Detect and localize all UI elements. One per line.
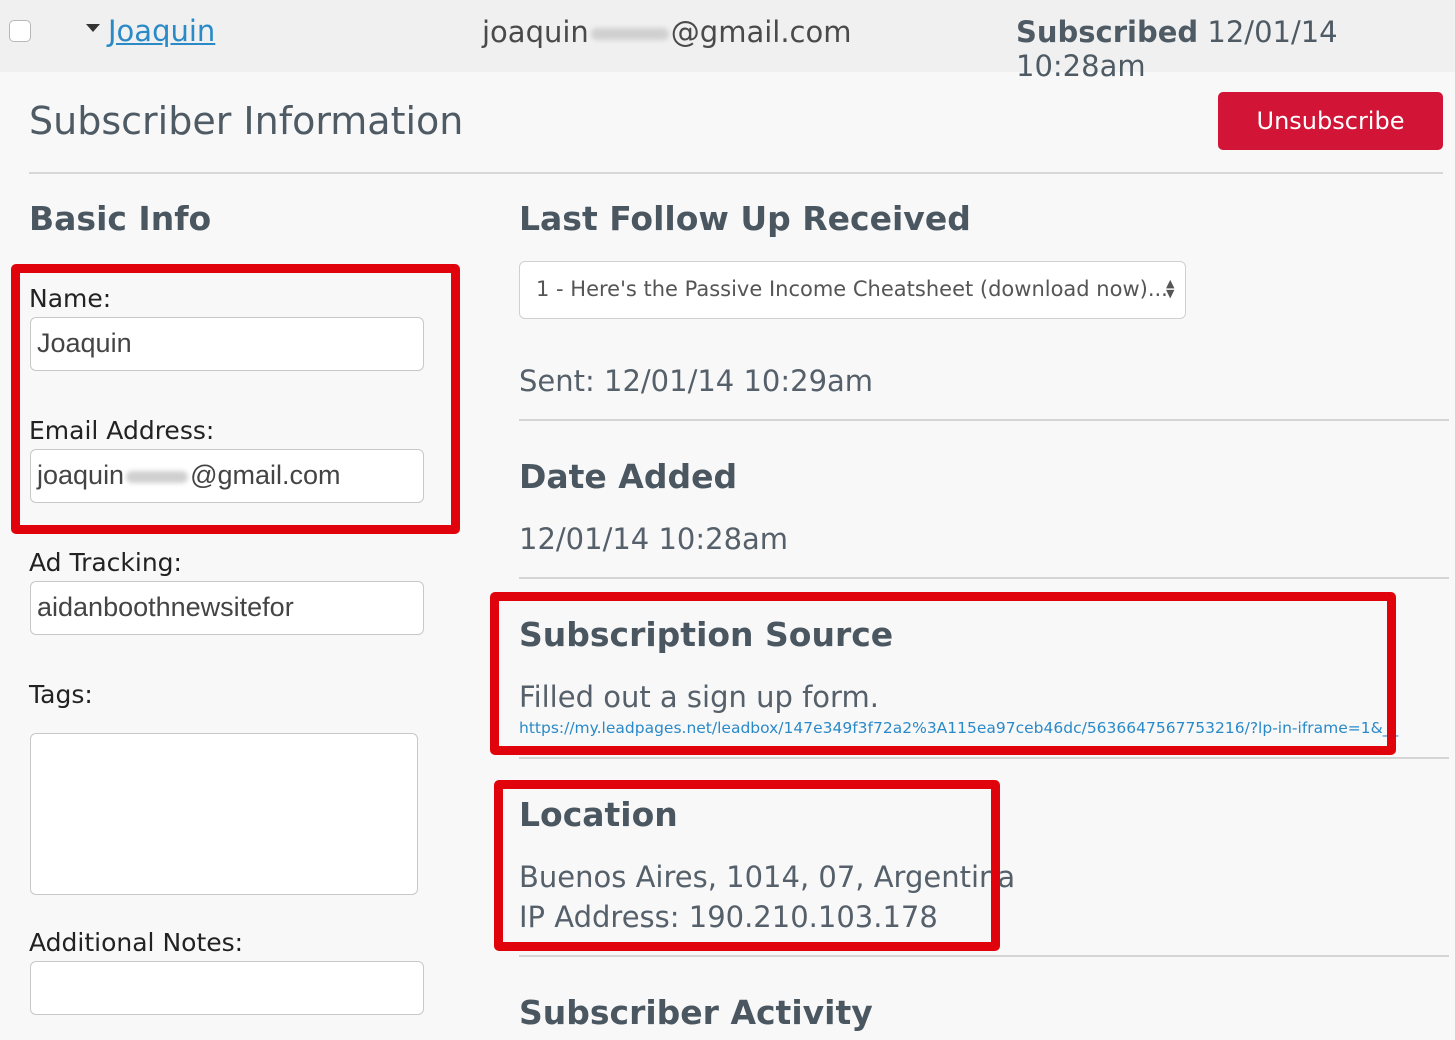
last-follow-up-heading: Last Follow Up Received xyxy=(519,199,971,238)
email-suffix: @gmail.com xyxy=(670,15,852,49)
tags-textarea[interactable] xyxy=(30,733,418,895)
notes-input[interactable] xyxy=(30,961,424,1015)
section-divider xyxy=(519,419,1449,421)
ad-tracking-label: Ad Tracking: xyxy=(29,548,182,577)
date-added-heading: Date Added xyxy=(519,457,738,496)
subscriber-email: joaquin @gmail.com xyxy=(482,15,852,49)
follow-up-select[interactable]: 1 - Here's the Passive Income Cheatsheet… xyxy=(519,261,1186,319)
highlight-box-subscription-source xyxy=(490,592,1396,755)
sent-date: Sent: 12/01/14 10:29am xyxy=(519,364,874,398)
page-title: Subscriber Information xyxy=(29,99,464,143)
section-divider xyxy=(519,577,1449,579)
collapse-caret-icon[interactable] xyxy=(86,24,100,32)
select-checkbox[interactable] xyxy=(9,20,31,42)
subscriber-activity-heading: Subscriber Activity xyxy=(519,993,873,1032)
notes-label: Additional Notes: xyxy=(29,928,244,957)
subscriber-name-link[interactable]: Joaquin xyxy=(108,14,215,48)
section-divider xyxy=(519,757,1449,759)
select-arrows-icon: ▲ ▼ xyxy=(1166,277,1175,300)
unsubscribe-button[interactable]: Unsubscribe xyxy=(1218,92,1443,150)
status-label: Subscribed xyxy=(1016,15,1199,49)
date-added-value: 12/01/14 10:28am xyxy=(519,522,789,556)
tags-label: Tags: xyxy=(29,680,93,709)
subscription-status: Subscribed 12/01/14 10:28am xyxy=(1016,15,1455,83)
email-prefix: joaquin xyxy=(482,15,589,49)
basic-info-heading: Basic Info xyxy=(29,199,212,238)
highlight-box-location xyxy=(494,780,1000,951)
header-divider xyxy=(29,172,1443,174)
highlight-box-basic-info xyxy=(11,264,460,534)
section-divider xyxy=(519,955,1449,957)
ad-tracking-input[interactable]: aidanboothnewsitefor xyxy=(30,581,424,635)
redacted-blur xyxy=(590,28,669,40)
